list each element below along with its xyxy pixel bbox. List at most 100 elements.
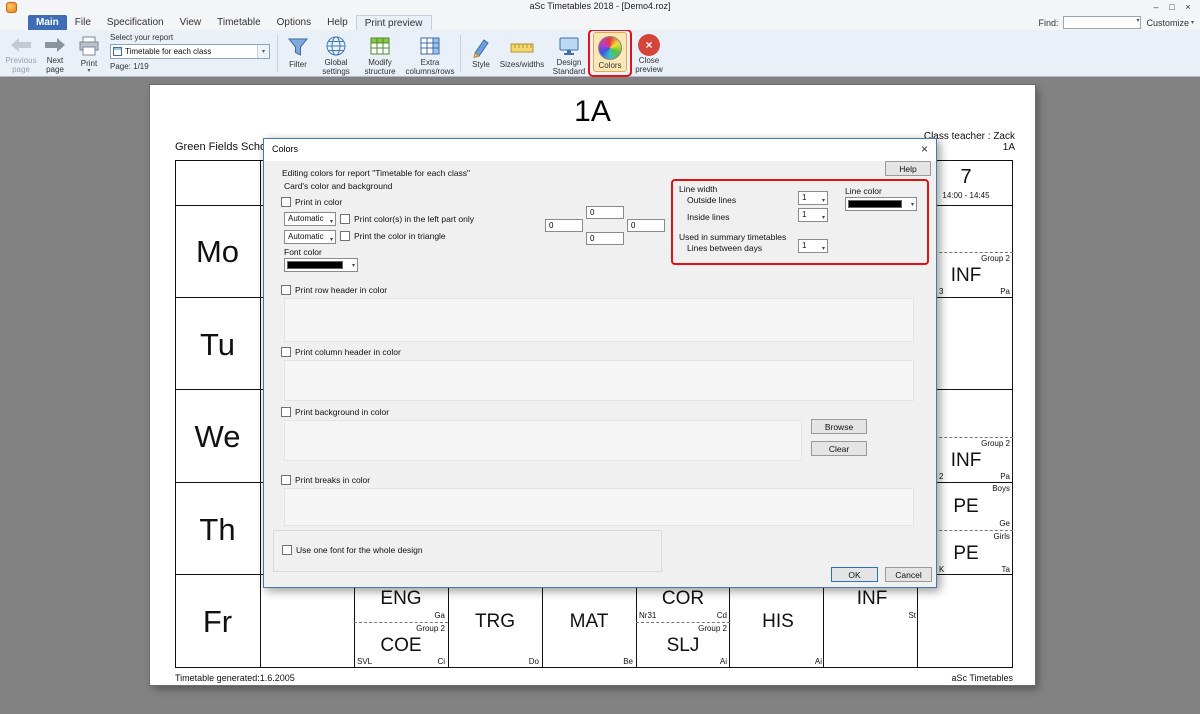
table-grid-blue-icon (418, 34, 442, 58)
print-in-color-checkbox[interactable]: Print in color (281, 197, 342, 207)
customize-menu[interactable]: Customize ▾ (1146, 18, 1194, 28)
line-color-label: Line color (845, 186, 882, 196)
dialog-title-bar: Colors × (264, 139, 936, 161)
dialog-title: Colors (272, 144, 298, 154)
dialog-close-icon[interactable]: × (921, 142, 928, 156)
card-color-select-1[interactable]: Automatic ▾ (284, 212, 336, 226)
ok-button[interactable]: OK (831, 567, 878, 582)
ribbon-toolbar: Previous page Next page Print ▾ Select y… (0, 30, 1200, 77)
filter-icon (286, 34, 310, 60)
lines-between-days-select[interactable]: 1 ▾ (798, 239, 828, 253)
browse-button[interactable]: Browse (811, 419, 867, 434)
clear-button[interactable]: Clear (811, 441, 867, 456)
print-button[interactable]: Print ▾ (73, 32, 105, 75)
checkbox-box (340, 231, 350, 241)
ribbon-separator (277, 35, 278, 72)
tab-main[interactable]: Main (28, 15, 67, 30)
lines-between-days-label: Lines between days (687, 243, 762, 253)
generated-footer: Timetable generated:1.6.2005 (175, 673, 295, 683)
tab-file[interactable]: File (67, 15, 99, 30)
modify-structure-button[interactable]: Modify structure (358, 32, 402, 75)
lesson-cell-fr-cor-slj: COR Nr31 Cd Group 2 SLJ Ai (636, 575, 730, 668)
design-standard-button[interactable]: Design Standard (547, 32, 591, 75)
chevron-down-icon: ▾ (822, 243, 825, 255)
pen-icon (469, 34, 493, 60)
background-panel (284, 420, 802, 461)
ribbon-separator (460, 35, 461, 72)
margin-top-input[interactable] (586, 206, 624, 219)
grid-cell (918, 575, 1012, 667)
font-color-picker[interactable]: ▾ (284, 258, 358, 272)
close-preview-button[interactable]: × Close preview (629, 32, 669, 75)
minimize-icon[interactable]: – (1148, 0, 1164, 15)
chevron-down-icon: ▾ (1191, 19, 1194, 26)
menu-tab-bar: Main File Specification View Timetable O… (0, 15, 1200, 30)
print-row-header-checkbox[interactable]: Print row header in color (281, 285, 387, 295)
style-button[interactable]: Style (465, 32, 497, 75)
day-label-we: We (175, 390, 260, 483)
sizes-widths-button[interactable]: Sizes/widths (499, 32, 545, 75)
ruler-icon (509, 34, 535, 60)
chevron-down-icon: ▾ (330, 234, 333, 246)
print-background-checkbox[interactable]: Print background in color (281, 407, 389, 417)
close-icon[interactable]: × (1180, 0, 1196, 15)
filter-button[interactable]: Filter (282, 32, 314, 75)
summary-section-label: Used in summary timetables (679, 232, 786, 242)
chevron-down-icon: ▾ (1136, 17, 1139, 24)
tab-view[interactable]: View (172, 15, 210, 30)
tab-print-preview[interactable]: Print preview (356, 15, 432, 30)
report-combobox[interactable]: Timetable for each class ▾ (110, 44, 270, 59)
tab-timetable[interactable]: Timetable (209, 15, 269, 30)
grid-cell (176, 161, 261, 206)
margin-left-input[interactable] (545, 219, 583, 232)
previous-page-button[interactable]: Previous page (5, 32, 37, 75)
print-column-header-checkbox[interactable]: Print column header in color (281, 347, 401, 357)
maximize-icon[interactable]: □ (1164, 0, 1180, 15)
outside-lines-label: Outside lines (687, 195, 736, 205)
cards-section-label: Card's color and background (284, 181, 392, 191)
table-grid-green-icon (368, 34, 392, 58)
window-controls: – □ × (1148, 0, 1196, 15)
checkbox-box (281, 475, 291, 485)
inside-lines-label: Inside lines (687, 212, 730, 222)
class-teacher-block: Class teacher : Zack 1A (924, 131, 1015, 153)
day-label-tu: Tu (175, 298, 260, 391)
colors-button-wrapper: Colors (592, 32, 628, 75)
left-part-only-checkbox[interactable]: Print color(s) in the left part only (340, 214, 474, 224)
monitor-icon (557, 34, 581, 58)
select-report-label: Select your report (110, 33, 270, 42)
chevron-down-icon: ▾ (87, 68, 90, 74)
use-one-font-checkbox[interactable]: Use one font for the whole design (282, 545, 423, 555)
brand-footer: aSc Timetables (951, 673, 1013, 683)
school-name: Green Fields School (175, 141, 275, 153)
title-bar: aSc Timetables 2018 - [Demo4.roz] – □ × (0, 0, 1200, 15)
margin-bottom-input[interactable] (586, 232, 624, 245)
inside-lines-select[interactable]: 1 ▾ (798, 208, 828, 222)
print-breaks-checkbox[interactable]: Print breaks in color (281, 475, 370, 485)
outside-lines-select[interactable]: 1 ▾ (798, 191, 828, 205)
card-color-select-2[interactable]: Automatic ▾ (284, 230, 336, 244)
window-title: aSc Timetables 2018 - [Demo4.roz] (0, 1, 1200, 11)
global-settings-button[interactable]: Global settings (316, 32, 356, 75)
tab-options[interactable]: Options (269, 15, 319, 30)
line-color-picker[interactable]: ▾ (845, 197, 917, 211)
day-label-fr: Fr (175, 575, 260, 668)
color-in-triangle-checkbox[interactable]: Print the color in triangle (340, 231, 446, 241)
margin-right-input[interactable] (627, 219, 665, 232)
globe-icon (324, 34, 348, 58)
tab-specification[interactable]: Specification (99, 15, 172, 30)
chevron-down-icon: ▾ (257, 45, 269, 58)
next-page-button[interactable]: Next page (39, 32, 71, 75)
cancel-button[interactable]: Cancel (885, 567, 932, 582)
find-input[interactable] (1063, 16, 1141, 29)
help-button[interactable]: Help (885, 161, 931, 176)
extra-columns-rows-button[interactable]: Extra columns/rows (404, 32, 456, 75)
page-title: 1A (150, 95, 1035, 129)
checkbox-box (281, 407, 291, 417)
tab-help[interactable]: Help (319, 15, 356, 30)
chevron-down-icon: ▾ (352, 262, 355, 269)
checkbox-box (281, 285, 291, 295)
lesson-cell-fr-mat: MAT Be (542, 575, 636, 668)
chevron-down-icon: ▾ (330, 216, 333, 228)
colors-button[interactable]: Colors (593, 32, 627, 72)
